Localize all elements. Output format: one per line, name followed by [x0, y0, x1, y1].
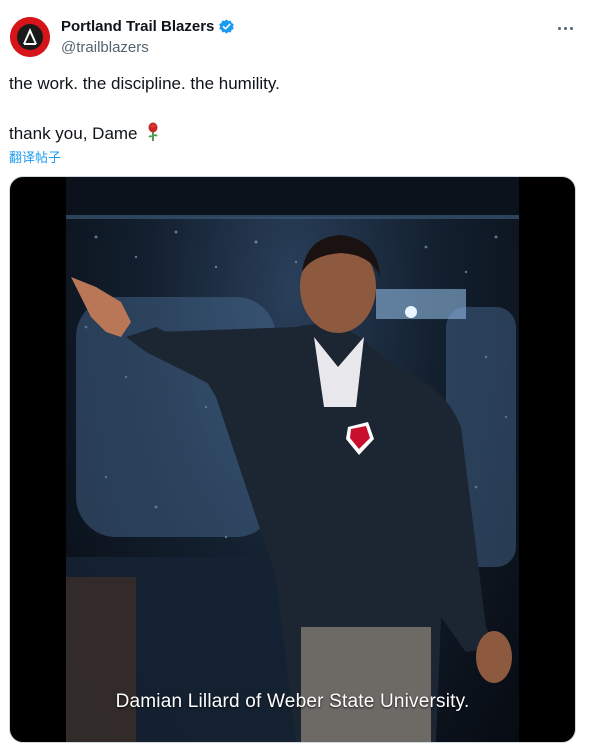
more-dot-icon	[563, 26, 567, 30]
more-dot-icon	[557, 26, 561, 30]
trail-blazers-logo-icon	[10, 17, 50, 57]
video-caption: Damian Lillard of Weber State University…	[115, 691, 470, 712]
tweet-text-line-2: thank you, Dame	[9, 122, 160, 144]
verified-badge-icon	[219, 19, 235, 34]
more-dot-icon	[569, 26, 573, 30]
video-still-image	[66, 177, 519, 742]
account-avatar[interactable]	[10, 17, 50, 57]
video-frame: Damian Lillard of Weber State University…	[66, 177, 519, 742]
account-name-row: Portland Trail Blazers	[61, 18, 235, 35]
more-options-button[interactable]	[553, 16, 577, 40]
account-handle[interactable]: @trailblazers	[61, 39, 149, 56]
tweet-text-line-2-text: thank you, Dame	[9, 124, 138, 143]
tweet-text-line-1: the work. the discipline. the humility.	[9, 74, 280, 93]
translate-post-link[interactable]: 翻译帖子	[9, 147, 61, 166]
tweet-video[interactable]: Damian Lillard of Weber State University…	[9, 176, 576, 743]
rose-icon	[148, 122, 158, 141]
display-name[interactable]: Portland Trail Blazers	[61, 18, 214, 35]
